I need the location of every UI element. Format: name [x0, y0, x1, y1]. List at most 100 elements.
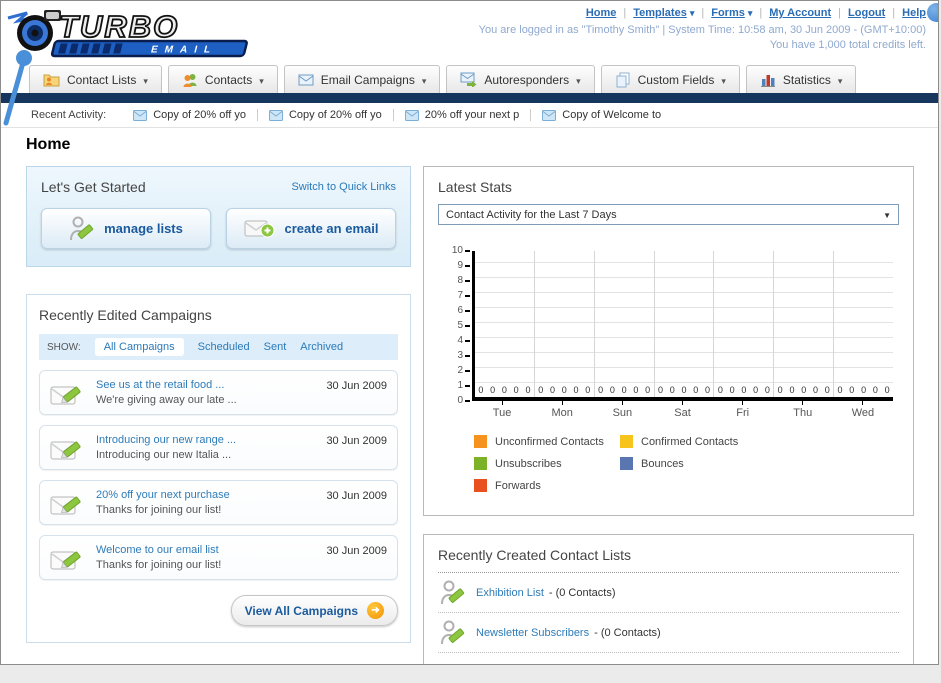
contact-list-link[interactable]: Exhibition List [476, 587, 544, 599]
recent-activity-item[interactable]: Copy of 20% off yo [256, 109, 393, 121]
chart-x-label: Sun [592, 401, 652, 419]
legend-swatch [474, 457, 487, 470]
legend-swatch [620, 435, 633, 448]
contact-list-count: - (0 Contacts) [594, 626, 661, 639]
stats-period-select[interactable]: Contact Activity for the Last 7 Days [438, 204, 899, 225]
tab-label: Statistics [782, 72, 831, 87]
nav-forms-link[interactable]: Forms [711, 7, 752, 19]
legend-item: Forwards [474, 479, 620, 492]
envelope-plus-icon [244, 220, 275, 238]
campaign-item[interactable]: See us at the retail food ... We're givi… [39, 370, 398, 415]
chart-y-label: 7 [457, 290, 470, 302]
campaign-subtitle: Introducing our new Italia ... [96, 449, 232, 461]
chart-plot-groups: 00000000000000000000000000000000000 [475, 251, 893, 397]
nav-home-link[interactable]: Home [586, 7, 617, 19]
chart-value: 0 [538, 385, 544, 395]
chart-value: 0 [621, 385, 627, 395]
show-label: SHOW: [47, 341, 81, 353]
campaign-title-link[interactable]: Welcome to our email list [96, 544, 326, 556]
legend-label: Forwards [495, 479, 541, 492]
chart-value: 0 [872, 385, 878, 395]
campaign-item[interactable]: Welcome to our email list Thanks for joi… [39, 535, 398, 580]
legend-item: Confirmed Contacts [620, 435, 766, 448]
contact-lists-title: Recently Created Contact Lists [438, 547, 631, 563]
tab-email-campaigns[interactable]: Email Campaigns [283, 65, 441, 93]
filter-sent[interactable]: Sent [264, 341, 287, 353]
campaign-title-link[interactable]: Introducing our new range ... [96, 434, 326, 446]
chart-value: 0 [657, 385, 663, 395]
get-started-panel: Let's Get Started Switch to Quick Links … [26, 166, 411, 267]
chart-x-label: Fri [713, 401, 773, 419]
chart-value: 0 [849, 385, 855, 395]
campaign-subtitle: Thanks for joining our list! [96, 559, 222, 571]
tab-label: Autoresponders [484, 72, 570, 87]
chart-y-label: 1 [457, 380, 470, 392]
recent-activity-item[interactable]: Copy of Welcome to [530, 109, 672, 121]
tab-contact-lists[interactable]: Contact Lists [29, 65, 162, 93]
chart-value: 0 [777, 385, 783, 395]
campaign-item[interactable]: 20% off your next purchase Thanks for jo… [39, 480, 398, 525]
campaign-date: 30 Jun 2009 [326, 435, 387, 447]
recent-activity-item[interactable]: Copy of 20% off yo [122, 109, 257, 121]
chart-day-group: 00000 [714, 251, 775, 397]
chart-day-group: 00000 [834, 251, 893, 397]
legend-label: Bounces [641, 457, 684, 470]
filter-all-campaigns[interactable]: All Campaigns [94, 338, 184, 356]
campaign-item[interactable]: Introducing our new range ... Introducin… [39, 425, 398, 470]
manage-lists-button[interactable]: manage lists [41, 208, 211, 249]
contact-list-link[interactable]: Newsletter Subscribers [476, 627, 589, 639]
chart-y-label: 10 [452, 245, 470, 257]
legend-swatch [474, 479, 487, 492]
chart-value: 0 [669, 385, 675, 395]
contact-list-item[interactable]: Newsletter Subscribers - (0 Contacts) [438, 613, 899, 653]
decorative-pointer [3, 50, 32, 126]
credits-line: You have 1,000 total credits left. [769, 39, 926, 51]
nav-my-account-link[interactable]: My Account [769, 7, 831, 19]
chart-value: 0 [478, 385, 484, 395]
dropdown-caret-icon [576, 73, 581, 87]
contact-lists-icon [43, 74, 60, 87]
recent-activity-label: Recent Activity: [31, 109, 107, 121]
create-email-button[interactable]: create an email [226, 208, 396, 249]
envelope-pencil-icon [50, 551, 81, 570]
chart-x-label: Mon [532, 401, 592, 419]
filter-scheduled[interactable]: Scheduled [198, 341, 250, 353]
view-all-campaigns-button[interactable]: View All Campaigns [230, 595, 398, 626]
chart-value: 0 [824, 385, 830, 395]
manage-lists-label: manage lists [104, 221, 183, 236]
navy-divider-bar [1, 93, 938, 103]
stats-period-value: Contact Activity for the Last 7 Days [446, 208, 617, 221]
envelope-pencil-icon [50, 386, 81, 405]
tab-contacts[interactable]: Contacts [167, 65, 278, 93]
nav-separator [885, 7, 902, 19]
nav-templates-link[interactable]: Templates [633, 7, 694, 19]
logo-graphic: TURBO EMAIL [7, 8, 248, 58]
envelope-pencil-icon [50, 496, 81, 515]
contact-list-item[interactable]: Exhibition List - (0 Contacts) [438, 573, 899, 613]
tab-autoresponders[interactable]: Autoresponders [446, 65, 595, 93]
legend-label: Unsubscribes [495, 457, 562, 470]
recent-activity-item[interactable]: 20% off your next p [392, 109, 531, 121]
tab-custom-fields[interactable]: Custom Fields [600, 65, 740, 93]
filter-archived[interactable]: Archived [300, 341, 343, 353]
tab-statistics[interactable]: Statistics [745, 65, 857, 93]
create-email-label: create an email [284, 221, 379, 236]
main-nav-tabs: Contact Lists Contacts Email Campaigns A… [1, 63, 938, 93]
chart-x-label: Sat [652, 401, 712, 419]
switch-quick-links-link[interactable]: Switch to Quick Links [291, 181, 396, 193]
campaign-title-link[interactable]: 20% off your next purchase [96, 489, 326, 501]
chart-value: 0 [585, 385, 591, 395]
chart-day-group: 00000 [535, 251, 595, 397]
latest-stats-title: Latest Stats [438, 179, 512, 195]
campaign-title-link[interactable]: See us at the retail food ... [96, 379, 326, 391]
recent-activity-item-label: Copy of 20% off yo [153, 109, 246, 121]
nav-logout-link[interactable]: Logout [848, 7, 885, 19]
select-arrow-icon [883, 209, 891, 221]
chart-y-label: 0 [457, 395, 470, 407]
nav-separator [752, 7, 769, 19]
envelope-pencil-icon [50, 441, 81, 460]
nav-separator [616, 7, 633, 19]
nav-help-link[interactable]: Help [902, 7, 926, 19]
chart-value: 0 [884, 385, 890, 395]
recent-activity-item-label: Copy of 20% off yo [288, 109, 382, 121]
